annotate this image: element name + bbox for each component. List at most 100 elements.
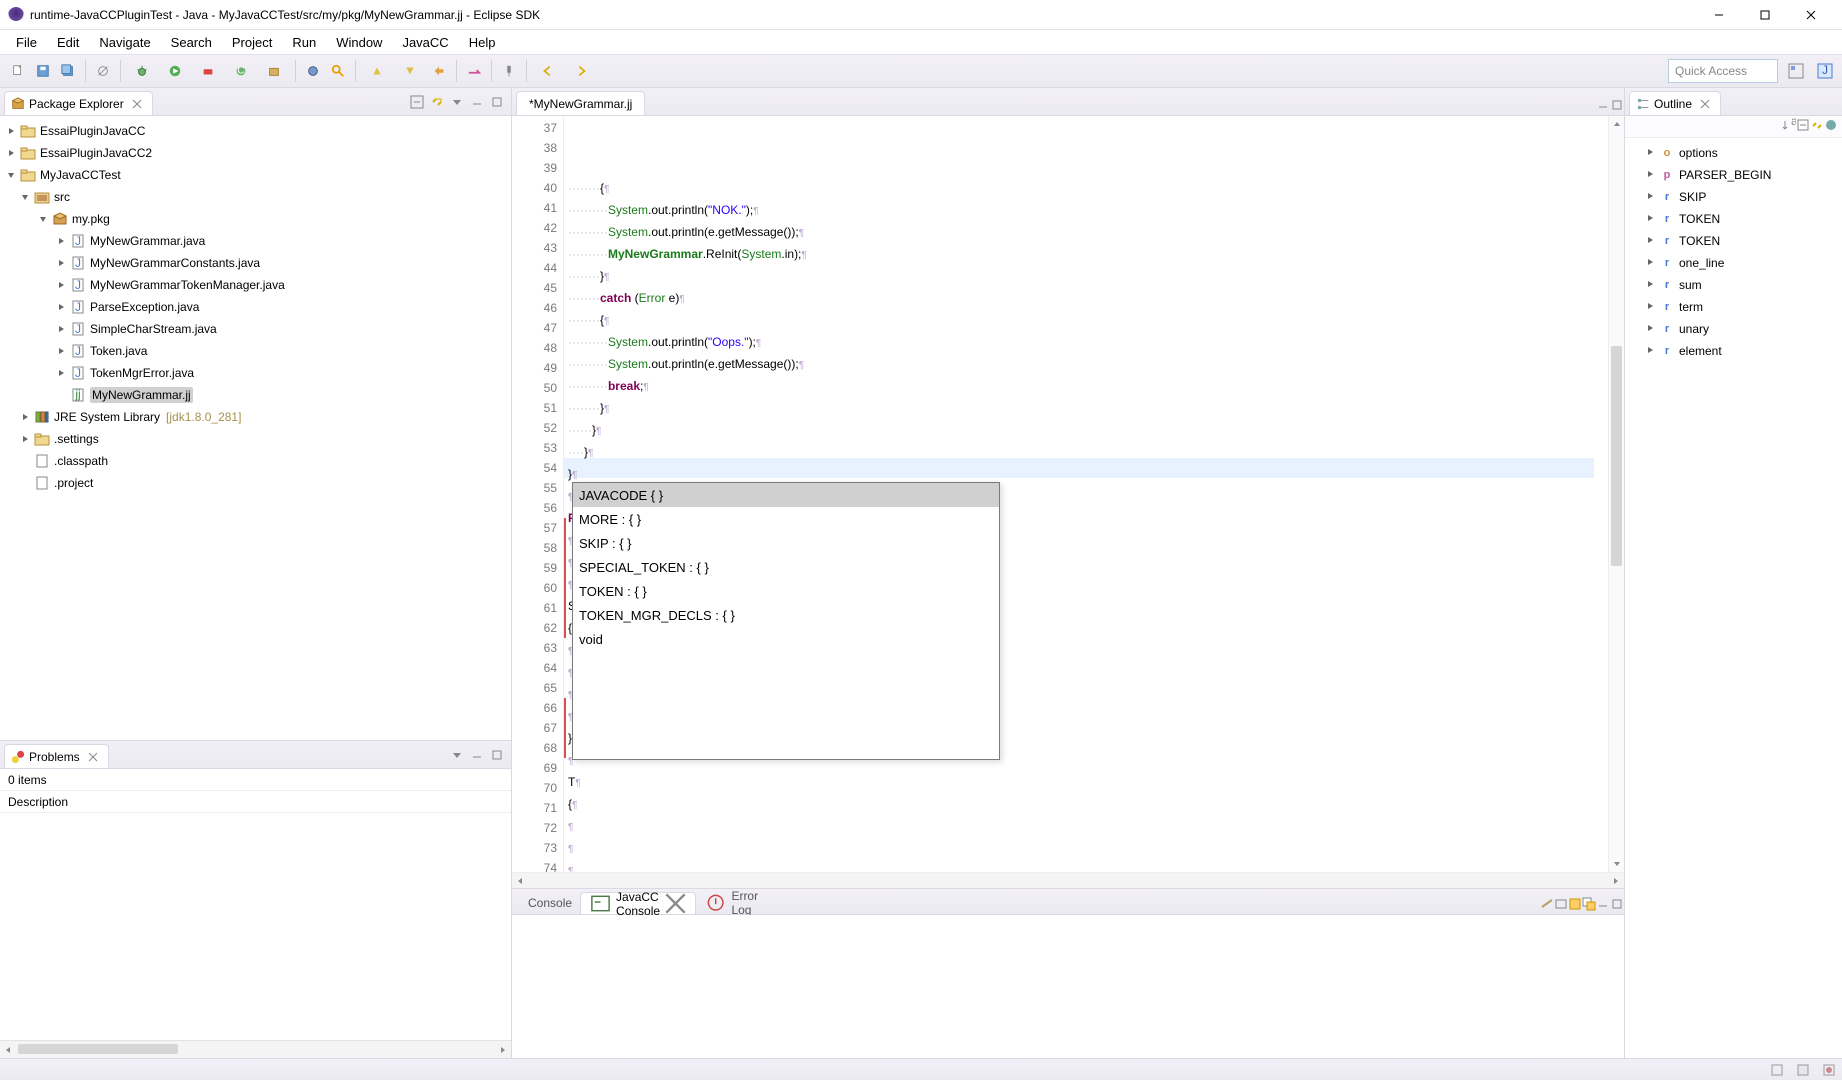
console-open-button[interactable] — [1582, 897, 1596, 914]
code-line[interactable]: ········{¶ — [568, 178, 1608, 200]
code-line[interactable]: ··········System.out.println(e.getMessag… — [568, 354, 1608, 376]
minimize-editor-button[interactable] — [1596, 98, 1610, 115]
view-menu-button[interactable] — [448, 746, 466, 764]
minimize-view-button[interactable] — [468, 746, 486, 764]
tree-node[interactable]: JRE System Library[jdk1.8.0_281] — [0, 406, 511, 428]
maximize-editor-button[interactable] — [1610, 98, 1624, 115]
trim-button-3[interactable] — [1820, 1061, 1838, 1079]
code-line[interactable]: ··········System.out.println(e.getMessag… — [568, 222, 1608, 244]
collapse-all-button[interactable] — [408, 93, 426, 111]
save-all-button[interactable] — [58, 61, 78, 81]
content-assist-item[interactable]: SPECIAL_TOKEN : { } — [573, 555, 999, 579]
annotation-prev-button[interactable] — [363, 61, 391, 81]
new-java-class-button[interactable]: C — [227, 61, 255, 81]
menu-edit[interactable]: Edit — [47, 31, 89, 54]
tree-node[interactable]: EssaiPluginJavaCC — [0, 120, 511, 142]
scroll-right-arrow[interactable] — [1608, 873, 1624, 889]
code-line[interactable]: ¶ — [568, 860, 1608, 872]
outline-tab[interactable]: Outline — [1629, 91, 1721, 115]
show-whitespace-button[interactable] — [464, 61, 484, 81]
menu-navigate[interactable]: Navigate — [89, 31, 160, 54]
java-perspective-button[interactable]: J — [1814, 60, 1836, 82]
tree-node[interactable]: JToken.java — [0, 340, 511, 362]
close-icon[interactable] — [1700, 99, 1710, 109]
search-button[interactable] — [328, 61, 348, 81]
left-horizontal-scrollbar[interactable] — [0, 1040, 511, 1058]
package-explorer-tree[interactable]: EssaiPluginJavaCCEssaiPluginJavaCC2MyJav… — [0, 116, 511, 740]
content-assist-popup[interactable]: JAVACODE { }MORE : { }SKIP : { }SPECIAL_… — [572, 482, 1000, 760]
run-button[interactable] — [161, 61, 189, 81]
tree-node[interactable]: .project — [0, 472, 511, 494]
code-line[interactable]: {¶ — [568, 794, 1608, 816]
outline-item[interactable]: rterm — [1625, 296, 1842, 318]
last-edit-location-button[interactable] — [429, 61, 449, 81]
run-last-tool-button[interactable] — [194, 61, 222, 81]
menu-project[interactable]: Project — [222, 31, 282, 54]
tree-node[interactable]: JMyNewGrammarTokenManager.java — [0, 274, 511, 296]
javacc-console-tab[interactable]: JavaCC Console — [580, 892, 696, 914]
content-assist-item[interactable]: TOKEN_MGR_DECLS : { } — [573, 603, 999, 627]
tree-node[interactable]: JMyNewGrammarConstants.java — [0, 252, 511, 274]
scroll-right-arrow[interactable] — [495, 1042, 511, 1058]
view-menu-button[interactable] — [448, 93, 466, 111]
tree-node[interactable]: EssaiPluginJavaCC2 — [0, 142, 511, 164]
outline-tree[interactable]: ooptionspPARSER_BEGINrSKIPrTOKENrTOKENro… — [1625, 138, 1842, 1058]
open-type-button[interactable] — [303, 61, 323, 81]
save-button[interactable] — [33, 61, 53, 81]
tree-node[interactable]: .classpath — [0, 450, 511, 472]
code-line[interactable]: ········}¶ — [568, 266, 1608, 288]
outline-item[interactable]: pPARSER_BEGIN — [1625, 164, 1842, 186]
maximize-view-button[interactable] — [488, 93, 506, 111]
package-explorer-tab[interactable]: Package Explorer — [4, 91, 153, 115]
code-line[interactable]: ¶ — [568, 816, 1608, 838]
code-line[interactable]: ········}¶ — [568, 398, 1608, 420]
console-pin-button[interactable] — [1540, 897, 1554, 914]
maximize-console-button[interactable] — [1610, 897, 1624, 914]
outline-item[interactable]: runary — [1625, 318, 1842, 340]
close-icon[interactable] — [132, 99, 142, 109]
annotation-next-button[interactable] — [396, 61, 424, 81]
code-line[interactable]: ··········break;¶ — [568, 376, 1608, 398]
code-line[interactable]: ······}¶ — [568, 420, 1608, 442]
collapse-all-button[interactable] — [1796, 118, 1810, 135]
outline-item[interactable]: rTOKEN — [1625, 230, 1842, 252]
console-tab[interactable]: Console — [516, 892, 580, 914]
filter-button[interactable] — [1824, 118, 1838, 135]
scroll-down-arrow[interactable] — [1609, 856, 1624, 872]
editor-body[interactable]: 3738394041424344454647484950515253545556… — [512, 116, 1624, 872]
sort-button[interactable]: az — [1782, 118, 1796, 135]
outline-item[interactable]: relement — [1625, 340, 1842, 362]
menu-help[interactable]: Help — [459, 31, 506, 54]
pin-editor-button[interactable] — [499, 61, 519, 81]
scroll-track[interactable] — [16, 1044, 495, 1056]
tree-node[interactable]: JTokenMgrError.java — [0, 362, 511, 384]
minimize-console-button[interactable] — [1596, 897, 1610, 914]
close-button[interactable] — [1788, 0, 1834, 30]
error-log-tab[interactable]: Error Log — [696, 892, 766, 914]
tree-node[interactable]: MyJavaCCTest — [0, 164, 511, 186]
editor-horizontal-scrollbar[interactable] — [512, 872, 1624, 888]
tree-node[interactable]: .settings — [0, 428, 511, 450]
scroll-left-arrow[interactable] — [512, 873, 528, 889]
editor-tab[interactable]: jj *MyNewGrammar.jj — [516, 91, 645, 115]
content-assist-item[interactable]: MORE : { } — [573, 507, 999, 531]
console-display-button[interactable] — [1554, 897, 1568, 914]
link-button[interactable] — [1810, 118, 1824, 135]
link-with-editor-button[interactable] — [428, 93, 446, 111]
code-line[interactable]: ········catch (Error e)¶ — [568, 288, 1608, 310]
menu-run[interactable]: Run — [282, 31, 326, 54]
maximize-button[interactable] — [1742, 0, 1788, 30]
tree-node[interactable]: my.pkg — [0, 208, 511, 230]
scroll-up-arrow[interactable] — [1609, 116, 1624, 132]
outline-item[interactable]: rTOKEN — [1625, 208, 1842, 230]
java-ee-perspective-button[interactable] — [1785, 60, 1807, 82]
content-assist-item[interactable]: TOKEN : { } — [573, 579, 999, 603]
trim-button-1[interactable] — [1768, 1061, 1786, 1079]
menu-file[interactable]: File — [6, 31, 47, 54]
code-line[interactable]: ········{¶ — [568, 310, 1608, 332]
tree-node[interactable]: jjMyNewGrammar.jj — [0, 384, 511, 406]
new-button[interactable] — [8, 61, 28, 81]
tree-node[interactable]: JParseException.java — [0, 296, 511, 318]
menu-window[interactable]: Window — [326, 31, 392, 54]
menu-search[interactable]: Search — [161, 31, 222, 54]
